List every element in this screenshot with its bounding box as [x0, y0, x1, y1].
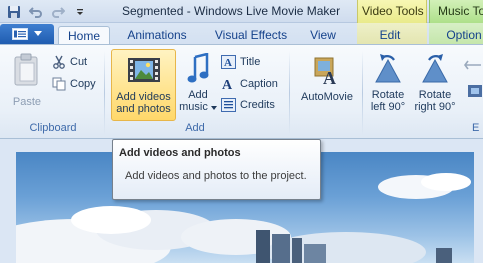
copy-icon	[52, 77, 66, 91]
add-videos-label-line1: Add videos	[116, 91, 171, 103]
redo-icon[interactable]	[50, 4, 66, 20]
svg-text:A: A	[323, 68, 336, 86]
add-group-label: Add	[185, 122, 205, 134]
dropdown-arrow-icon	[210, 106, 217, 110]
tab-animations[interactable]: Animations	[118, 26, 196, 45]
trim-icon[interactable]	[466, 83, 483, 102]
automovie-label: AutoMovie	[301, 91, 353, 103]
caption-label: Caption	[240, 78, 278, 90]
ribbon-panel: Paste Cut Copy Clipboard Add videos and …	[0, 44, 483, 139]
paste-label: Paste	[12, 96, 42, 108]
title-bar: Segmented - Windows Live Movie Maker Vid…	[0, 0, 483, 23]
rotate-right-label-line1: Rotate	[418, 89, 452, 101]
title-button[interactable]: A Title	[221, 52, 260, 72]
rotate-left-button[interactable]: Rotate left 90°	[366, 49, 410, 119]
cut-button[interactable]: Cut	[52, 52, 87, 72]
caption-button[interactable]: A Caption	[221, 74, 278, 94]
app-menu-icon	[12, 28, 28, 40]
tab-edit[interactable]: Edit	[370, 26, 410, 45]
copy-button[interactable]: Copy	[52, 74, 96, 94]
application-menu-button[interactable]	[0, 24, 54, 44]
group-separator	[289, 51, 290, 135]
tooltip-body: Add videos and photos to the project.	[125, 170, 307, 182]
credits-label: Credits	[240, 99, 275, 111]
title-icon: A	[221, 55, 236, 69]
credits-icon	[221, 98, 236, 112]
add-music-label-line1: Add	[188, 89, 208, 101]
rotate-right-label-line2: right 90°	[414, 101, 456, 113]
tab-options[interactable]: Option	[440, 26, 483, 45]
add-videos-and-photos-button[interactable]: Add videos and photos	[111, 49, 176, 121]
chevron-down-icon	[34, 31, 42, 36]
music-tools-label: Music To	[438, 4, 483, 18]
ribbon-tab-row: Home Animations Visual Effects View Edit…	[0, 23, 483, 45]
group-separator	[104, 51, 105, 135]
add-music-button[interactable]: Add music	[178, 49, 218, 121]
music-tools-context-header: Music To	[429, 0, 483, 23]
tooltip: Add videos and photos Add videos and pho…	[112, 139, 321, 200]
rotate-right-icon	[422, 54, 448, 83]
customize-toolbar-icon[interactable]	[72, 4, 88, 20]
tab-visual-effects[interactable]: Visual Effects	[207, 26, 295, 45]
split-icon[interactable]	[463, 57, 483, 76]
group-separator	[362, 51, 363, 135]
automovie-icon: A	[314, 57, 336, 88]
edit-group-label-partial: E	[472, 122, 480, 134]
svg-text:A: A	[222, 78, 233, 91]
window-title: Segmented - Windows Live Movie Maker	[122, 4, 341, 18]
scissors-icon	[53, 55, 65, 69]
svg-text:A: A	[224, 57, 232, 69]
save-icon[interactable]	[6, 4, 22, 20]
add-music-label-line2: music	[178, 101, 218, 113]
rotate-right-button[interactable]: Rotate right 90°	[410, 49, 460, 119]
cut-label: Cut	[70, 56, 88, 68]
caption-icon: A	[222, 78, 233, 91]
video-tools-context-header: Video Tools	[357, 0, 427, 23]
rotate-left-label-line2: left 90°	[370, 101, 406, 113]
undo-icon[interactable]	[28, 4, 44, 20]
rotate-left-label-line1: Rotate	[371, 89, 405, 101]
music-note-icon	[187, 52, 209, 83]
copy-label: Copy	[70, 78, 96, 90]
tooltip-title: Add videos and photos	[119, 147, 241, 159]
credits-button[interactable]: Credits	[221, 95, 275, 115]
video-tools-label: Video Tools	[362, 4, 424, 18]
paste-button[interactable]: Paste	[8, 49, 46, 111]
quick-access-toolbar	[6, 3, 88, 20]
tab-view[interactable]: View	[303, 26, 343, 45]
automovie-button[interactable]: A AutoMovie	[296, 49, 358, 111]
tab-home[interactable]: Home	[58, 26, 110, 45]
clipboard-group-label: Clipboard	[29, 122, 77, 134]
rotate-left-icon	[375, 54, 401, 83]
paste-icon	[14, 53, 38, 86]
title-label: Title	[240, 56, 261, 68]
film-strip-icon	[127, 58, 160, 82]
add-videos-label-line2: and photos	[116, 103, 171, 115]
